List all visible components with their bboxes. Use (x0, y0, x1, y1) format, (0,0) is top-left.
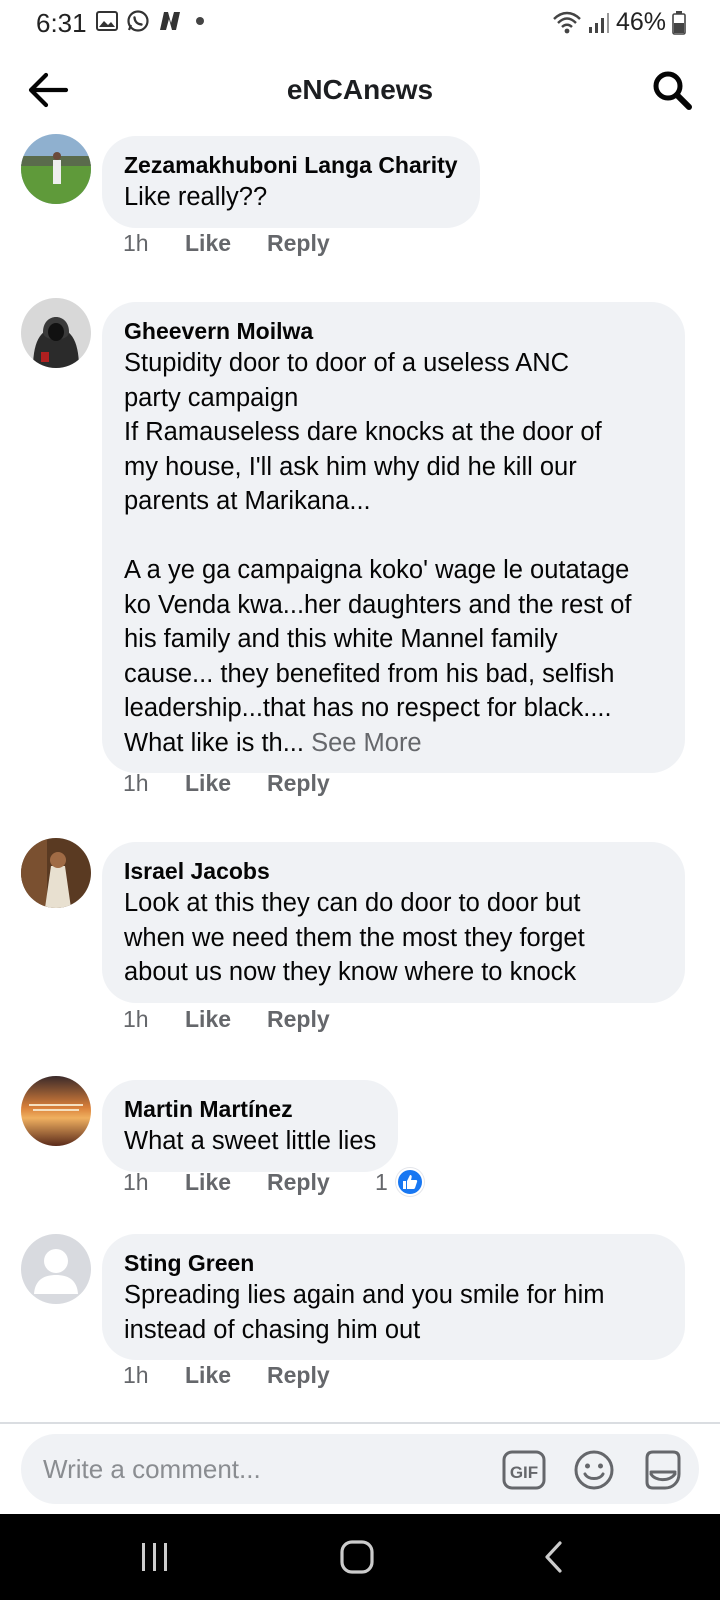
status-time: 6:31 (36, 8, 87, 38)
comment-time[interactable]: 1h (123, 1169, 185, 1196)
like-button[interactable]: Like (185, 1006, 267, 1033)
reply-button[interactable]: Reply (267, 1006, 377, 1033)
comment-list[interactable]: Zezamakhuboni Langa Charity Like really?… (0, 128, 720, 1420)
comment-bubble[interactable]: Martin Martínez What a sweet little lies (102, 1080, 399, 1172)
gallery-icon (96, 11, 118, 31)
comment-author[interactable]: Israel Jacobs (124, 856, 663, 886)
comment-bubble[interactable]: Israel Jacobs Look at this they can do d… (102, 842, 685, 1003)
sticker-icon (645, 1450, 681, 1490)
emoji-button[interactable] (572, 1448, 616, 1492)
recents-icon (142, 1543, 167, 1571)
comment-actions: 1h Like Reply (123, 1006, 377, 1033)
back-nav-icon (545, 1541, 562, 1573)
like-button[interactable]: Like (185, 1362, 267, 1389)
composer-divider (0, 1422, 720, 1424)
comment-author[interactable]: Martin Martínez (124, 1094, 376, 1124)
avatar[interactable] (21, 298, 91, 368)
back-nav-button[interactable] (530, 1536, 580, 1578)
comment-body: Stupidity door to door of a useless ANC … (124, 349, 632, 757)
comment-time[interactable]: 1h (123, 770, 185, 797)
comment-actions: 1h Like Reply (123, 230, 377, 257)
wifi-icon (553, 11, 581, 33)
avatar[interactable] (21, 1234, 91, 1304)
gif-icon: GIF (502, 1450, 546, 1490)
avatar-photo (21, 1076, 91, 1146)
comment-bubble[interactable]: Sting Green Spreading lies again and you… (102, 1234, 685, 1360)
comment-time[interactable]: 1h (123, 1006, 185, 1033)
system-status: 46% (552, 8, 686, 37)
gif-label: GIF (510, 1463, 538, 1482)
home-icon (340, 1540, 374, 1574)
avatar-photo (21, 134, 91, 204)
comment-bubble[interactable]: Zezamakhuboni Langa Charity Like really?… (102, 136, 480, 228)
reply-button[interactable]: Reply (267, 1169, 377, 1196)
battery-icon (672, 10, 686, 35)
avatar-photo (21, 298, 91, 368)
page-title: eNCAnews (286, 74, 434, 105)
default-avatar-icon (21, 1234, 91, 1304)
status-bar: 6:31 46% (0, 0, 720, 48)
notification-icons (96, 9, 204, 33)
avatar-photo (21, 838, 91, 908)
top-app-bar: eNCAnews (0, 60, 720, 120)
comment-composer: GIF (21, 1434, 699, 1504)
comment-text: Spreading lies again and you smile for h… (124, 1281, 605, 1344)
like-button[interactable]: Like (185, 1169, 267, 1196)
search-button[interactable] (650, 68, 694, 112)
search-icon (653, 71, 692, 110)
like-button[interactable]: Like (185, 770, 267, 797)
news-app-icon (160, 12, 180, 30)
like-reaction-icon (395, 1168, 424, 1196)
reaction-summary[interactable]: 1 (375, 1168, 424, 1196)
like-button[interactable]: Like (185, 230, 267, 257)
recents-button[interactable] (130, 1536, 180, 1578)
emoji-icon (574, 1450, 614, 1490)
gif-button[interactable]: GIF (502, 1448, 546, 1492)
home-button[interactable] (332, 1536, 382, 1578)
signal-icon (588, 12, 609, 33)
comment-text: What a sweet little lies (124, 1127, 377, 1155)
comment-actions: 1h Like Reply 1 (123, 1168, 424, 1196)
comment-time[interactable]: 1h (123, 230, 185, 257)
reaction-count: 1 (375, 1168, 388, 1195)
battery-percent: 46% (615, 8, 666, 36)
whatsapp-icon (127, 10, 149, 32)
comment-time[interactable]: 1h (123, 1362, 185, 1389)
comment-text: Like really?? (124, 183, 268, 211)
comment-text: Look at this they can do door to door bu… (124, 889, 585, 986)
comment-actions: 1h Like Reply (123, 1362, 377, 1389)
comment-input[interactable] (43, 1434, 483, 1504)
see-more-link[interactable]: See More (311, 729, 422, 757)
reply-button[interactable]: Reply (267, 1362, 377, 1389)
reply-button[interactable]: Reply (267, 770, 377, 797)
comment-bubble[interactable]: Gheevern Moilwa Stupidity door to door o… (102, 302, 685, 773)
avatar[interactable] (21, 134, 91, 204)
comment-actions: 1h Like Reply (123, 770, 377, 797)
avatar[interactable] (21, 838, 91, 908)
comment-author[interactable]: Gheevern Moilwa (124, 316, 663, 346)
avatar[interactable] (21, 1076, 91, 1146)
comment-author[interactable]: Zezamakhuboni Langa Charity (124, 150, 458, 180)
sticker-button[interactable] (641, 1448, 685, 1492)
comment-text: Stupidity door to door of a useless ANC … (124, 346, 663, 760)
system-nav-bar (0, 1514, 720, 1600)
comment-author[interactable]: Sting Green (124, 1248, 663, 1278)
more-notifications-dot (196, 17, 204, 25)
reply-button[interactable]: Reply (267, 230, 377, 257)
